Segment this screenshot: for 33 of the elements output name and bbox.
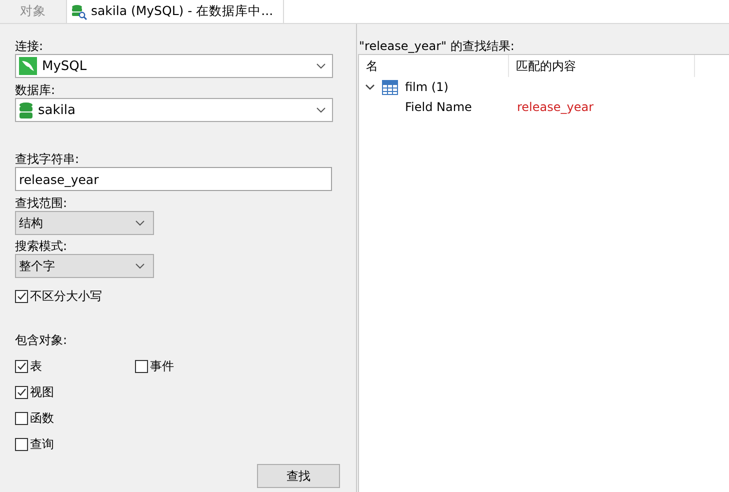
checkbox[interactable] (15, 360, 28, 372)
field-label: 查找字符串: (15, 151, 80, 167)
search-string-field[interactable]: release_year (15, 167, 332, 191)
checkbox-label: 不区分大小写 (30, 288, 102, 304)
database-search-icon (71, 4, 87, 20)
results-title: "release_year" 的查找结果: (358, 38, 516, 54)
connection-dropdown[interactable]: MySQL (15, 54, 333, 78)
match-value: release_year (517, 100, 594, 114)
field-label: 连接: (15, 38, 44, 54)
checkbox-label: 事件 (150, 358, 174, 374)
table-icon (382, 80, 398, 94)
field-label: 查找范围: (15, 195, 68, 211)
checkbox-label: 函数 (30, 410, 54, 426)
checkbox-label: 视图 (30, 384, 54, 400)
column-header[interactable]: 匹配的内容 (509, 55, 695, 77)
scope-dropdown[interactable]: 结构 (15, 211, 154, 235)
section-label: 包含对象: (15, 332, 68, 348)
field-label: 搜索模式: (15, 238, 68, 254)
checkbox-label: 表 (30, 358, 42, 374)
database-icon (19, 102, 33, 118)
checkbox-label: 查询 (30, 436, 54, 452)
mode-dropdown[interactable]: 整个字 (15, 254, 154, 278)
column-header[interactable]: 名 (359, 55, 509, 77)
checkbox[interactable] (15, 290, 28, 302)
field-label: 数据库: (15, 82, 56, 98)
checkbox[interactable] (15, 438, 28, 450)
checkbox[interactable] (135, 360, 148, 372)
checkbox[interactable] (15, 412, 28, 424)
field-name[interactable]: Field Name (359, 100, 517, 114)
checkbox[interactable] (15, 386, 28, 398)
tree-item[interactable]: film (1) (405, 80, 448, 94)
find-button[interactable]: 查找 (257, 464, 340, 488)
database-dropdown[interactable]: sakila (15, 98, 333, 122)
